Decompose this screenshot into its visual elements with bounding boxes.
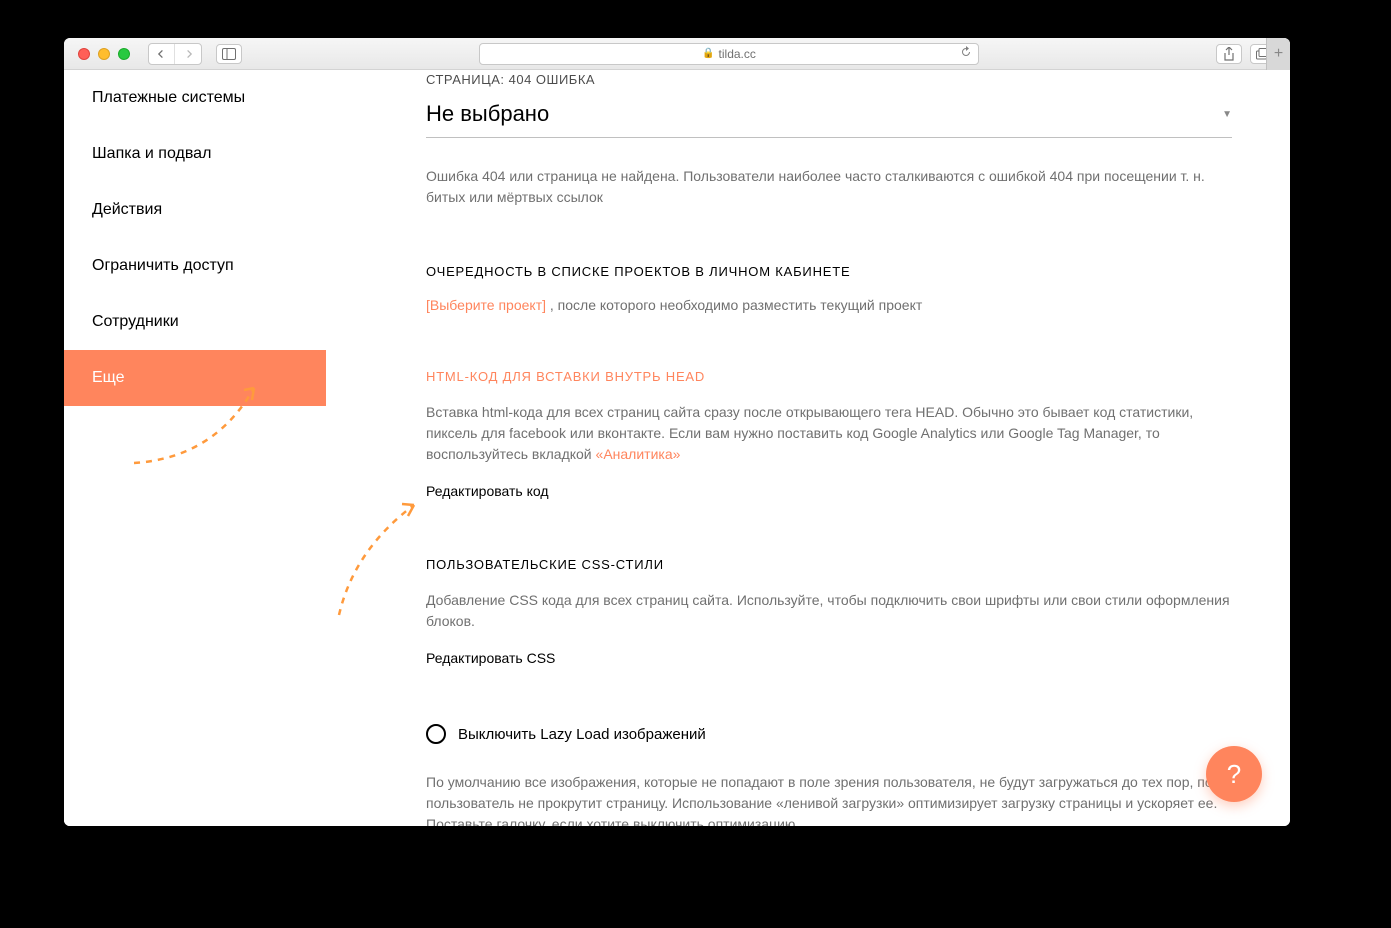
- sidebar-item-more[interactable]: Еще: [64, 350, 326, 406]
- minimize-window-button[interactable]: [98, 48, 110, 60]
- url-bar[interactable]: 🔒 tilda.cc: [479, 43, 979, 65]
- order-after-text: , после которого необходимо разместить т…: [546, 297, 922, 313]
- help-button[interactable]: ?: [1206, 746, 1262, 802]
- new-tab-button[interactable]: +: [1266, 38, 1290, 70]
- browser-chrome: 🔒 tilda.cc: [64, 38, 1290, 70]
- dropdown-404-page[interactable]: Не выбрано ▼: [426, 91, 1232, 138]
- edit-code-link[interactable]: Редактировать код: [426, 483, 549, 499]
- close-window-button[interactable]: [78, 48, 90, 60]
- lock-icon: 🔒: [702, 48, 714, 59]
- window-controls: [78, 48, 130, 60]
- lazy-load-row: Выключить Lazy Load изображений: [426, 724, 1232, 744]
- main-content: СТРАНИЦА: 404 ОШИБКА Не выбрано ▼ Ошибка…: [326, 70, 1290, 826]
- reload-icon[interactable]: [960, 46, 972, 61]
- back-button[interactable]: [149, 44, 175, 64]
- forward-button[interactable]: [175, 44, 201, 64]
- order-row: [Выберите проект] , после которого необх…: [426, 297, 1232, 313]
- share-button[interactable]: [1216, 44, 1242, 64]
- description-lazy: По умолчанию все изображения, которые не…: [426, 772, 1232, 826]
- section-heading-order: ОЧЕРЕДНОСТЬ В СПИСКЕ ПРОЕКТОВ В ЛИЧНОМ К…: [426, 264, 1232, 279]
- section-label-404: СТРАНИЦА: 404 ОШИБКА: [426, 72, 1232, 87]
- select-project-link[interactable]: [Выберите проект]: [426, 297, 546, 313]
- dropdown-value: Не выбрано: [426, 101, 549, 127]
- sidebar: Платежные системы Шапка и подвал Действи…: [64, 70, 326, 826]
- maximize-window-button[interactable]: [118, 48, 130, 60]
- url-text: tilda.cc: [719, 47, 756, 61]
- arrow-icon: [334, 490, 434, 620]
- content-area: Платежные системы Шапка и подвал Действи…: [64, 70, 1290, 826]
- sidebar-item-actions[interactable]: Действия: [64, 182, 326, 238]
- section-heading-head: HTML-КОД ДЛЯ ВСТАВКИ ВНУТРЬ HEAD: [426, 369, 1232, 384]
- description-css: Добавление CSS кода для всех страниц сай…: [426, 590, 1232, 632]
- nav-buttons: [148, 43, 202, 65]
- sidebar-item-restrict-access[interactable]: Ограничить доступ: [64, 238, 326, 294]
- sidebar-item-collaborators[interactable]: Сотрудники: [64, 294, 326, 350]
- edit-css-link[interactable]: Редактировать CSS: [426, 650, 555, 666]
- description-404: Ошибка 404 или страница не найдена. Поль…: [426, 166, 1232, 208]
- chevron-down-icon: ▼: [1222, 109, 1232, 120]
- sidebar-toggle-button[interactable]: [216, 44, 242, 64]
- analytics-link[interactable]: «Аналитика»: [596, 446, 681, 462]
- description-head: Вставка html-кода для всех страниц сайта…: [426, 402, 1232, 465]
- lazy-load-checkbox[interactable]: [426, 724, 446, 744]
- lazy-load-label: Выключить Lazy Load изображений: [458, 726, 706, 743]
- sidebar-item-payments[interactable]: Платежные системы: [64, 70, 326, 126]
- section-heading-css: ПОЛЬЗОВАТЕЛЬСКИЕ CSS-СТИЛИ: [426, 557, 1232, 572]
- sidebar-item-header-footer[interactable]: Шапка и подвал: [64, 126, 326, 182]
- browser-window: 🔒 tilda.cc + Платежные системы Шапка и п…: [64, 38, 1290, 826]
